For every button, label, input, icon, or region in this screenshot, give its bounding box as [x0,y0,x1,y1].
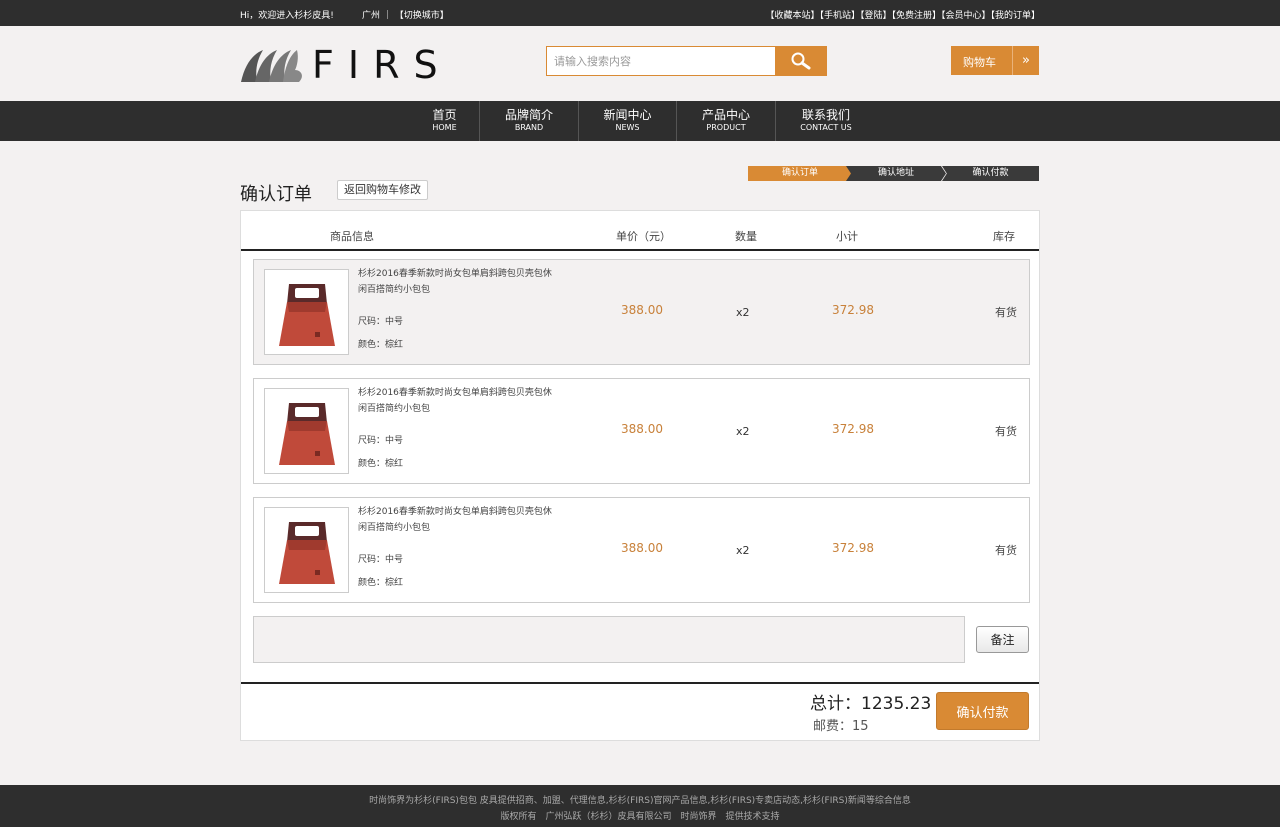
nav-label-cn: 品牌简介 [504,108,553,122]
remark-textarea[interactable] [253,616,965,663]
nav-label-en: PRODUCT [706,123,746,132]
summary-divider [241,682,1039,684]
nav-item-home[interactable]: 首页 HOME [410,101,479,141]
cart-button[interactable]: 购物车 » [951,46,1039,75]
nav-item-brand[interactable]: 品牌简介 BRAND [480,101,578,141]
handbag-icon [279,284,335,346]
remark-button[interactable]: 备注 [976,626,1029,653]
nav-label-cn: 首页 [432,108,457,122]
unit-price: 388.00 [621,541,663,555]
step-confirm-order: 确认订单 [748,166,852,181]
product-image[interactable] [264,388,349,474]
double-chevron-right-icon: » [1012,46,1039,75]
nav-label-en: CONTACT US [800,123,852,132]
search-bar [546,46,827,76]
product-size: 尺码：中号 [358,436,404,446]
back-to-cart-button[interactable]: 返回购物车修改 [337,180,428,200]
nav-label-en: NEWS [615,123,640,132]
step-confirm-address: 确认地址 [846,166,946,181]
city-switch[interactable]: 广州 ｜ 【切换城市】 [362,8,449,21]
stock-status: 有货 [995,544,1017,557]
header-info: 商品信息 [330,230,374,243]
search-icon [791,52,810,70]
product-name[interactable]: 杉杉2016春季新款时尚女包单肩斜跨包贝壳包休闲百搭简约小包包 [358,504,558,536]
handbag-icon [279,403,335,465]
search-button[interactable] [775,47,826,75]
order-panel: 商品信息 单价（元） 数量 小计 库存 杉杉2016春季新款时尚女包单肩斜跨包贝… [240,210,1040,741]
handbag-icon [279,522,335,584]
nav-label-cn: 新闻中心 [603,108,652,122]
quantity: x2 [736,306,750,319]
logo-text: FIRS [312,43,452,87]
cart-label: 购物车 [963,56,996,69]
footer-line-1: 时尚饰界为杉杉(FIRS)包包 皮具提供招商、加盟、代理信息,杉杉(FIRS)官… [369,796,911,806]
confirm-payment-button[interactable]: 确认付款 [936,692,1029,730]
top-bar: Hi，欢迎进入杉杉皮具! 广州 ｜ 【切换城市】 【收藏本站】【手机站】【登陆】… [0,0,1280,26]
product-color: 颜色：棕红 [358,459,404,469]
order-total: 总计：1235.23 [810,694,932,714]
table-row[interactable]: 杉杉2016春季新款时尚女包单肩斜跨包贝壳包休闲百搭简约小包包 尺码：中号 颜色… [253,497,1030,603]
step-confirm-payment: 确认付款 [942,166,1039,181]
table-row[interactable]: 杉杉2016春季新款时尚女包单肩斜跨包贝壳包休闲百搭简约小包包 尺码：中号 颜色… [253,259,1030,365]
nav-item-news[interactable]: 新闻中心 NEWS [579,101,676,141]
page-title: 确认订单 [240,184,312,205]
stock-status: 有货 [995,306,1017,319]
product-size: 尺码：中号 [358,317,404,327]
main-nav: 首页 HOME 品牌简介 BRAND 新闻中心 NEWS 产品中心 PRODUC… [0,101,1280,141]
table-row[interactable]: 杉杉2016春季新款时尚女包单肩斜跨包贝壳包休闲百搭简约小包包 尺码：中号 颜色… [253,378,1030,484]
product-name[interactable]: 杉杉2016春季新款时尚女包单肩斜跨包贝壳包休闲百搭简约小包包 [358,385,558,417]
greeting-text: Hi，欢迎进入杉杉皮具! [240,11,334,21]
table-header: 商品信息 单价（元） 数量 小计 库存 [241,211,1039,251]
nav-item-contact[interactable]: 联系我们 CONTACT US [776,101,876,141]
header-qty: 数量 [735,230,757,243]
product-size: 尺码：中号 [358,555,404,565]
subtotal: 372.98 [832,541,874,555]
quantity: x2 [736,544,750,557]
header-price: 单价（元） [616,230,671,243]
quantity: x2 [736,425,750,438]
unit-price: 388.00 [621,422,663,436]
top-links[interactable]: 【收藏本站】【手机站】【登陆】【免费注册】【会员中心】【我的订单】 [765,8,1040,21]
nav-label-en: BRAND [514,123,544,132]
order-steps: 确认订单 确认地址 确认付款 [748,166,1039,181]
header-stock: 库存 [993,230,1015,243]
nav-label-cn: 联系我们 [801,108,850,122]
header-subtotal: 小计 [836,230,858,243]
subtotal: 372.98 [832,422,874,436]
product-color: 颜色：棕红 [358,578,404,588]
footer-line-2: 版权所有 广州弘跃（杉杉）皮具有限公司 时尚饰界 提供技术支持 [500,812,780,822]
search-input[interactable] [547,47,776,75]
nav-item-product[interactable]: 产品中心 PRODUCT [677,101,775,141]
product-image[interactable] [264,507,349,593]
nav-label-cn: 产品中心 [701,108,750,122]
product-image[interactable] [264,269,349,355]
footer: 时尚饰界为杉杉(FIRS)包包 皮具提供招商、加盟、代理信息,杉杉(FIRS)官… [0,785,1280,827]
product-color: 颜色：棕红 [358,340,404,350]
subtotal: 372.98 [832,303,874,317]
stock-status: 有货 [995,425,1017,438]
nav-label-en: HOME [432,123,457,132]
unit-price: 388.00 [621,303,663,317]
shipping-fee: 邮费：15 [813,719,869,734]
product-name[interactable]: 杉杉2016春季新款时尚女包单肩斜跨包贝壳包休闲百搭简约小包包 [358,266,558,298]
